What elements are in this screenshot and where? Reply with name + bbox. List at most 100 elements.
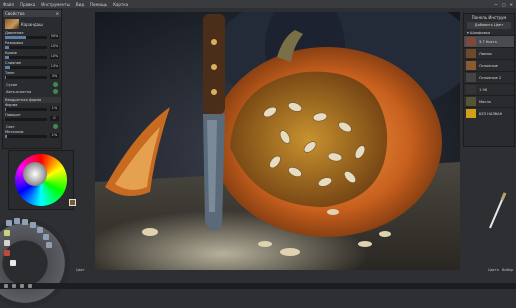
maximize-button[interactable]: ▢: [502, 2, 506, 7]
airbrush-tool-icon[interactable]: [10, 260, 16, 266]
menu-item-edit[interactable]: Правка: [20, 2, 35, 7]
param-params2-0[interactable]: Форма 1%: [3, 103, 61, 113]
param-slider-fill: [5, 46, 9, 49]
picker-tool-icon[interactable]: [46, 242, 52, 248]
fill-tool-icon[interactable]: [43, 234, 49, 240]
brush-name: Карандаш: [21, 22, 43, 27]
param-label: Форма: [5, 103, 18, 107]
marker-tool-icon[interactable]: [4, 230, 10, 236]
layer-item[interactable]: 3.7 Кисть: [464, 35, 514, 47]
browser-icon[interactable]: [28, 284, 32, 288]
param-slider[interactable]: [5, 66, 47, 69]
current-color-swatch[interactable]: [69, 199, 76, 206]
layer-item[interactable]: Лампы: [464, 47, 514, 59]
layer-name: Основные: [479, 64, 498, 68]
brush-thumbnail: [5, 19, 19, 29]
menu-item-view[interactable]: Вид: [76, 2, 84, 7]
layer-name: Масло: [479, 100, 491, 104]
eraser-tool-icon[interactable]: [30, 222, 36, 228]
menu-item-tools[interactable]: Инструменты: [41, 2, 70, 7]
color-picker[interactable]: [8, 150, 74, 210]
param-slider[interactable]: [5, 46, 47, 49]
param-value[interactable]: 0: [50, 116, 59, 121]
checkbox-label: Сухое: [6, 83, 17, 87]
param-slider[interactable]: [5, 76, 47, 79]
layer-name: 1 96: [479, 88, 487, 92]
crayon-tool-icon[interactable]: [4, 250, 10, 256]
knife-tool-icon[interactable]: [22, 219, 28, 225]
check-icon[interactable]: [53, 82, 58, 87]
window-controls: — ▢ ✕: [494, 2, 516, 7]
taskbar: [0, 283, 516, 289]
param-metallic[interactable]: Металлик 1%: [3, 130, 61, 140]
menu-item-file[interactable]: Файл: [3, 2, 14, 7]
menu-item-help[interactable]: Помощь: [90, 2, 107, 7]
layer-thumbnail: [466, 109, 476, 118]
param-label: Размывка: [5, 41, 23, 45]
folder-icon[interactable]: [20, 284, 24, 288]
color-label[interactable]: Цвет: [76, 268, 85, 272]
tool-dock: [0, 212, 72, 282]
checkbox-label: Свет: [6, 125, 15, 129]
pumpkin-painting: [95, 12, 460, 270]
param-slider[interactable]: [5, 118, 47, 121]
layer-thumbnail: [466, 49, 476, 58]
param-label: Темп: [5, 71, 14, 75]
layer-item[interactable]: Основные: [464, 59, 514, 71]
param-value[interactable]: 1%: [50, 106, 59, 111]
layer-item[interactable]: Основные 2: [464, 71, 514, 83]
param-params-3[interactable]: Слияние13%: [3, 61, 61, 71]
param-params-4[interactable]: Темп 3%: [3, 71, 61, 81]
start-icon[interactable]: [4, 284, 8, 288]
layer-item[interactable]: БЕЗ НАЗВАН: [464, 107, 514, 119]
param-value[interactable]: 13%: [50, 64, 59, 69]
color-wheel-center[interactable]: [23, 162, 47, 186]
param-slider[interactable]: [5, 36, 47, 39]
param-value[interactable]: 3%: [50, 74, 59, 79]
tools-panel: Панель Инструм Добавить Цвет ▾ Шлифовка …: [463, 13, 515, 147]
menu-item-card[interactable]: Картка: [113, 2, 128, 7]
param-label: Давление: [5, 31, 24, 35]
param-params-1[interactable]: Размывка 10%: [3, 41, 61, 51]
checkbox-checks-1[interactable]: Авто-очистка: [3, 88, 61, 95]
layer-thumbnail: [466, 61, 476, 70]
param-slider[interactable]: [5, 108, 47, 111]
param-value[interactable]: 10%: [50, 44, 59, 49]
minimize-button[interactable]: —: [494, 2, 498, 7]
param-params2-1[interactable]: Поворот 0: [3, 113, 61, 123]
colors-button[interactable]: Цвета: [488, 268, 499, 272]
layer-thumbnail: [466, 73, 476, 82]
param-slider-fill: [5, 56, 9, 59]
close-icon[interactable]: ✕: [56, 10, 59, 17]
checkbox-checks-0[interactable]: Сухое: [3, 81, 61, 88]
checkbox-checks2-0[interactable]: Свет: [3, 123, 61, 130]
smudge-tool-icon[interactable]: [37, 227, 43, 233]
param-slider-fill: [5, 36, 26, 39]
search-icon[interactable]: [12, 284, 16, 288]
param-label: Поворот: [5, 113, 21, 117]
add-color-button[interactable]: Добавить Цвет: [467, 22, 511, 29]
painting-canvas[interactable]: [95, 12, 460, 270]
param-slider[interactable]: [5, 56, 47, 59]
param-params-0[interactable]: Давление 50%: [3, 31, 61, 41]
param-value[interactable]: 50%: [50, 34, 59, 39]
layer-name: Основные 2: [479, 76, 501, 80]
checkbox-label: Авто-очистка: [6, 90, 31, 94]
select-button[interactable]: Выбор: [502, 268, 513, 272]
brush-tool-icon[interactable]: [6, 220, 12, 226]
chalk-tool-icon[interactable]: [4, 240, 10, 246]
pencil-tool-icon[interactable]: [14, 218, 20, 224]
check-icon[interactable]: [53, 124, 58, 129]
check-icon[interactable]: [53, 89, 58, 94]
layer-item[interactable]: 1 96: [464, 83, 514, 95]
brush-selector[interactable]: Карандаш: [3, 17, 61, 31]
layer-item[interactable]: Масло: [464, 95, 514, 107]
param-slider-fill: [5, 76, 6, 79]
layer-thumbnail: [466, 97, 476, 106]
layer-thumbnail: [466, 37, 476, 46]
layer-name: Лампы: [479, 52, 492, 56]
param-params-2[interactable]: Кроме10%: [3, 51, 61, 61]
close-button[interactable]: ✕: [510, 2, 513, 7]
param-value[interactable]: 10%: [50, 54, 59, 59]
properties-panel-title: Свойства ✕: [3, 10, 61, 17]
